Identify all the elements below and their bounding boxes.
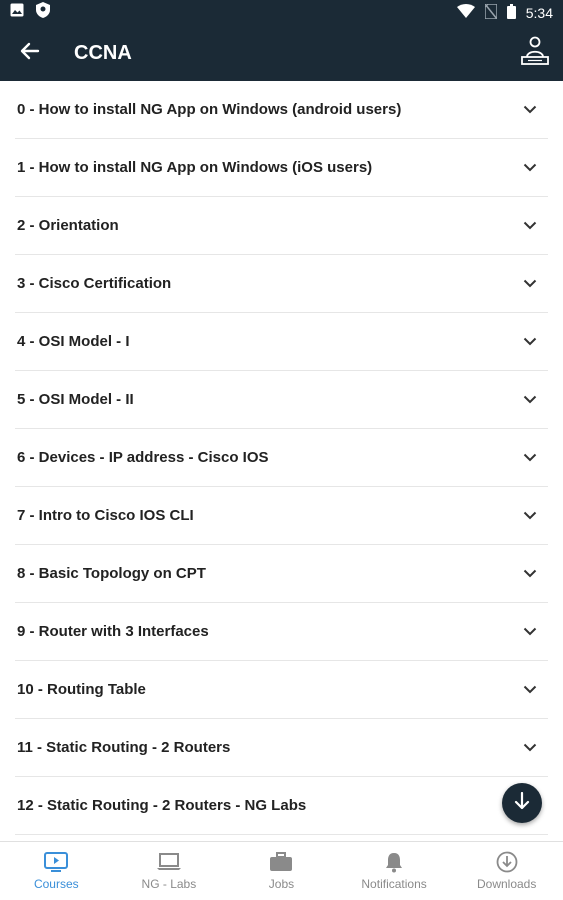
lesson-title: 10 - Routing Table: [17, 681, 146, 698]
play-screen-icon: [43, 851, 69, 873]
chevron-down-icon[interactable]: [518, 620, 542, 644]
lesson-item[interactable]: 12 - Static Routing - 2 Routers - NG Lab…: [15, 777, 548, 835]
no-sim-icon: [484, 2, 498, 22]
scroll-down-button[interactable]: [502, 783, 542, 823]
nav-label: NG - Labs: [141, 877, 197, 891]
lesson-title: 3 - Cisco Certification: [17, 275, 172, 292]
status-bar: 5:34: [0, 0, 563, 25]
lesson-item[interactable]: 3 - Cisco Certification: [15, 255, 548, 313]
shield-icon: [36, 2, 50, 23]
bottom-navigation: Courses NG - Labs Jobs Notifications Dow…: [0, 841, 563, 900]
lesson-title: 6 - Devices - IP address - Cisco IOS: [17, 449, 269, 466]
chevron-down-icon[interactable]: [518, 330, 542, 354]
battery-icon: [506, 3, 516, 22]
chevron-down-icon[interactable]: [518, 562, 542, 586]
nav-jobs[interactable]: Jobs: [225, 842, 338, 900]
clock-time: 5:34: [525, 4, 553, 21]
download-circle-icon: [494, 851, 520, 873]
lesson-list: 0 - How to install NG App on Windows (an…: [0, 81, 563, 841]
nav-downloads[interactable]: Downloads: [450, 842, 563, 900]
lesson-title: 4 - OSI Model - I: [17, 333, 130, 350]
lesson-item[interactable]: 5 - OSI Model - II: [15, 371, 548, 429]
lesson-title: 8 - Basic Topology on CPT: [17, 565, 206, 582]
instructor-button[interactable]: [517, 35, 553, 71]
lesson-item[interactable]: 0 - How to install NG App on Windows (an…: [15, 81, 548, 139]
lesson-title: 11 - Static Routing - 2 Routers: [17, 739, 231, 756]
image-icon: [10, 3, 24, 22]
chevron-down-icon[interactable]: [518, 98, 542, 122]
lesson-item[interactable]: 1 - How to install NG App on Windows (iO…: [15, 139, 548, 197]
nav-notifications[interactable]: Notifications: [338, 842, 451, 900]
app-bar: CCNA: [0, 25, 563, 81]
lesson-title: 5 - OSI Model - II: [17, 391, 134, 408]
lesson-item[interactable]: 7 - Intro to Cisco IOS CLI: [15, 487, 548, 545]
chevron-down-icon[interactable]: [518, 678, 542, 702]
bell-icon: [381, 851, 407, 873]
chevron-down-icon[interactable]: [518, 388, 542, 412]
lesson-title: 9 - Router with 3 Interfaces: [17, 623, 209, 640]
lesson-item[interactable]: 4 - OSI Model - I: [15, 313, 548, 371]
lesson-title: 12 - Static Routing - 2 Routers - NG Lab…: [17, 797, 307, 814]
chevron-down-icon[interactable]: [518, 156, 542, 180]
nav-ng-labs[interactable]: NG - Labs: [113, 842, 226, 900]
nav-label: Jobs: [268, 877, 295, 891]
lesson-item[interactable]: 8 - Basic Topology on CPT: [15, 545, 548, 603]
chevron-down-icon[interactable]: [518, 446, 542, 470]
lesson-item[interactable]: 10 - Routing Table: [15, 661, 548, 719]
nav-label: Courses: [33, 877, 79, 891]
lesson-title: 0 - How to install NG App on Windows (an…: [17, 101, 402, 118]
nav-label: Notifications: [361, 877, 427, 891]
lesson-item[interactable]: 2 - Orientation: [15, 197, 548, 255]
laptop-icon: [156, 851, 182, 873]
chevron-down-icon[interactable]: [518, 272, 542, 296]
chevron-down-icon[interactable]: [518, 214, 542, 238]
nav-courses[interactable]: Courses: [0, 842, 113, 900]
lesson-title: 1 - How to install NG App on Windows (iO…: [17, 159, 373, 176]
lesson-item[interactable]: 11 - Static Routing - 2 Routers: [15, 719, 548, 777]
back-button[interactable]: [0, 25, 60, 81]
instructor-icon: [519, 35, 551, 72]
chevron-down-icon[interactable]: [518, 504, 542, 528]
arrow-down-icon: [514, 791, 530, 815]
briefcase-icon: [268, 851, 294, 873]
page-title: CCNA: [74, 41, 132, 64]
wifi-icon: [456, 4, 475, 21]
chevron-down-icon[interactable]: [518, 736, 542, 760]
arrow-left-icon: [20, 41, 40, 66]
lesson-item[interactable]: 6 - Devices - IP address - Cisco IOS: [15, 429, 548, 487]
nav-label: Downloads: [476, 877, 537, 891]
lesson-title: 7 - Intro to Cisco IOS CLI: [17, 507, 194, 524]
lesson-item[interactable]: 9 - Router with 3 Interfaces: [15, 603, 548, 661]
lesson-title: 2 - Orientation: [17, 217, 119, 234]
